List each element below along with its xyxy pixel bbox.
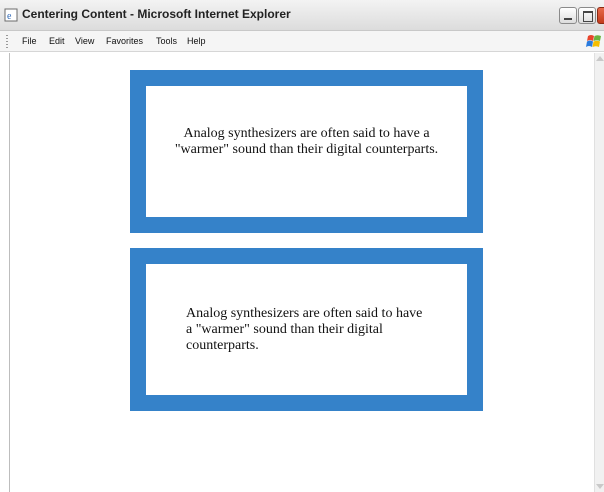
menu-bar: File Edit View Favorites Tools Help: [0, 31, 604, 52]
toolbar-grip-icon[interactable]: [6, 35, 8, 48]
menu-view[interactable]: View: [75, 36, 94, 46]
minimize-button[interactable]: [559, 7, 577, 24]
maximize-button[interactable]: [578, 7, 596, 24]
content-box-2-inner: Analog synthesizers are often said to ha…: [146, 264, 467, 395]
ie-page-icon: e: [4, 8, 18, 22]
menu-tools[interactable]: Tools: [156, 36, 177, 46]
windows-logo-icon: [586, 35, 601, 47]
scroll-up-arrow-icon[interactable]: [596, 56, 604, 61]
svg-text:e: e: [7, 11, 12, 22]
centered-content-box-1: Analog synthesizers are often said to ha…: [130, 70, 483, 233]
menu-edit[interactable]: Edit: [49, 36, 65, 46]
close-button[interactable]: [597, 7, 604, 24]
minimize-icon: [564, 18, 572, 20]
centered-content-box-2: Analog synthesizers are often said to ha…: [130, 248, 483, 411]
menu-favorites[interactable]: Favorites: [106, 36, 143, 46]
menu-file[interactable]: File: [22, 36, 37, 46]
content-box-2-text: Analog synthesizers are often said to ha…: [186, 306, 423, 353]
maximize-icon: [583, 11, 593, 22]
content-box-1-inner: Analog synthesizers are often said to ha…: [146, 86, 467, 217]
window-title: Centering Content - Microsoft Internet E…: [22, 7, 291, 21]
title-bar[interactable]: e Centering Content - Microsoft Internet…: [0, 0, 604, 31]
scroll-down-arrow-icon[interactable]: [596, 484, 604, 489]
menu-help[interactable]: Help: [187, 36, 206, 46]
vertical-scrollbar[interactable]: [594, 53, 604, 492]
content-box-1-text: Analog synthesizers are often said to ha…: [174, 126, 439, 157]
